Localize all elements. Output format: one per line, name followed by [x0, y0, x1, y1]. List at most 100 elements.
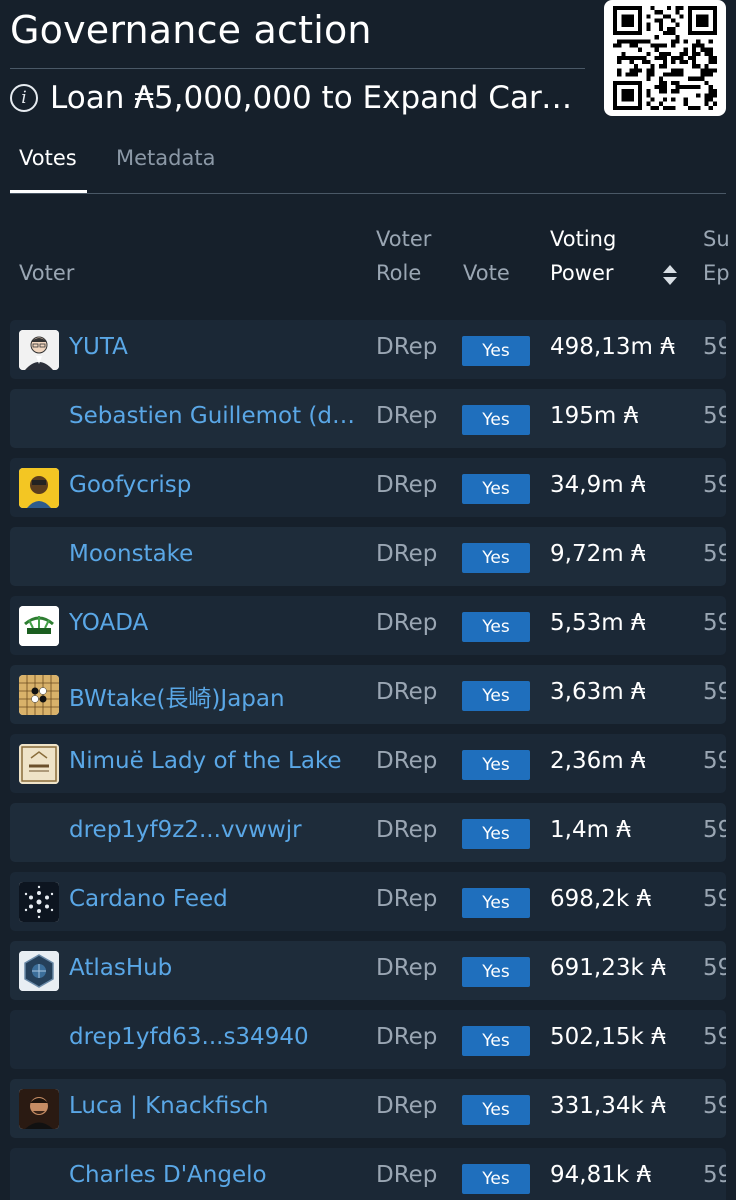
- tab-bar: Votes Metadata: [10, 138, 726, 194]
- voting-power: 698,2k ₳: [550, 886, 652, 912]
- voting-power: 9,72m ₳: [550, 541, 646, 567]
- voting-power: 498,13m ₳: [550, 334, 675, 360]
- submission-epoch: 59: [703, 886, 726, 912]
- vote-badge: Yes: [462, 819, 530, 849]
- voter-name-link[interactable]: BWtake(長崎)Japan: [69, 679, 361, 713]
- voter-name-link[interactable]: Nimuë Lady of the Lake: [69, 748, 361, 774]
- page-title: Governance action: [10, 8, 372, 52]
- voting-power: 331,34k ₳: [550, 1093, 666, 1119]
- voter-name-link[interactable]: YUTA: [69, 334, 361, 360]
- submission-epoch: 59: [703, 610, 726, 636]
- voter-role: DRep: [376, 1162, 438, 1188]
- vote-badge: Yes: [462, 1026, 530, 1056]
- vote-badge: Yes: [462, 543, 530, 573]
- title-divider: [10, 68, 585, 69]
- table-row[interactable]: YUTA DRep Yes 498,13m ₳ 59: [10, 320, 726, 379]
- table-row[interactable]: Goofycrisp DRep Yes 34,9m ₳ 59: [10, 458, 726, 517]
- vote-badge: Yes: [462, 405, 530, 435]
- column-header-voter-role[interactable]: Voter Role: [376, 222, 431, 290]
- vote-badge: Yes: [462, 957, 530, 987]
- yoada-avatar: [19, 606, 59, 646]
- table-row[interactable]: Sebastien Guillemot (dcSpark) DRep Yes 195m…: [10, 389, 726, 448]
- vote-badge: Yes: [462, 474, 530, 504]
- table-header: Voter Voter Role Vote Voting Power Su Ep: [10, 222, 736, 302]
- vote-badge: Yes: [462, 612, 530, 642]
- vote-badge: Yes: [462, 1095, 530, 1125]
- voter-name-link[interactable]: AtlasHub: [69, 955, 361, 981]
- column-header-voter-role-line1: Voter: [376, 227, 432, 251]
- nimue-avatar: [19, 744, 59, 784]
- table-row[interactable]: BWtake(長崎)Japan DRep Yes 3,63m ₳ 59: [10, 665, 726, 724]
- table-row[interactable]: Moonstake DRep Yes 9,72m ₳ 59: [10, 527, 726, 586]
- luca-avatar: [19, 1089, 59, 1129]
- column-header-voter[interactable]: Voter: [19, 256, 74, 290]
- submission-epoch: 59: [703, 334, 726, 360]
- column-header-epoch-line2: Ep: [703, 261, 730, 285]
- voter-name-link[interactable]: YOADA: [69, 610, 361, 636]
- voter-role: DRep: [376, 334, 438, 360]
- qr-code-image: [613, 6, 717, 110]
- voter-name-link[interactable]: Cardano Feed: [69, 886, 361, 912]
- yuta-avatar: [19, 330, 59, 370]
- votes-table-body: YUTA DRep Yes 498,13m ₳ 59 Sebastien Guillemo…: [10, 320, 736, 1200]
- voter-role: DRep: [376, 1024, 438, 1050]
- voter-name-link[interactable]: Luca | Knackfisch: [69, 1093, 361, 1119]
- voting-power: 34,9m ₳: [550, 472, 646, 498]
- info-icon[interactable]: i: [10, 84, 38, 112]
- tab-votes[interactable]: Votes: [19, 146, 77, 170]
- table-row[interactable]: YOADA DRep Yes 5,53m ₳ 59: [10, 596, 726, 655]
- submission-epoch: 59: [703, 472, 726, 498]
- voter-role: DRep: [376, 610, 438, 636]
- voting-power: 3,63m ₳: [550, 679, 646, 705]
- table-row[interactable]: Nimuë Lady of the Lake DRep Yes 2,36m ₳ 59: [10, 734, 726, 793]
- column-header-voting-power-line1: Voting: [550, 227, 617, 251]
- vote-badge: Yes: [462, 1164, 530, 1194]
- submission-epoch: 59: [703, 817, 726, 843]
- voting-power: 195m ₳: [550, 403, 639, 429]
- voter-role: DRep: [376, 955, 438, 981]
- voter-role: DRep: [376, 1093, 438, 1119]
- vote-badge: Yes: [462, 336, 530, 366]
- cardano-feed-avatar: [19, 882, 59, 922]
- table-row[interactable]: drep1yf9z2...vvwwjr DRep Yes 1,4m ₳ 59: [10, 803, 726, 862]
- voter-name-link[interactable]: drep1yfd63...s34940: [69, 1024, 361, 1050]
- vote-badge: Yes: [462, 681, 530, 711]
- voting-power: 94,81k ₳: [550, 1162, 652, 1188]
- tab-metadata[interactable]: Metadata: [116, 146, 215, 170]
- vote-badge: Yes: [462, 750, 530, 780]
- voter-role: DRep: [376, 541, 438, 567]
- atlashub-avatar: [19, 951, 59, 991]
- column-header-vote[interactable]: Vote: [463, 256, 510, 290]
- vote-badge: Yes: [462, 888, 530, 918]
- submission-epoch: 59: [703, 1093, 726, 1119]
- voter-name-link[interactable]: Sebastien Guillemot (dcSpark): [69, 403, 361, 429]
- table-row[interactable]: Cardano Feed DRep Yes 698,2k ₳ 59: [10, 872, 726, 931]
- table-row[interactable]: Charles D'Angelo DRep Yes 94,81k ₳ 59: [10, 1148, 726, 1200]
- submission-epoch: 59: [703, 1162, 726, 1188]
- submission-epoch: 59: [703, 748, 726, 774]
- submission-epoch: 59: [703, 403, 726, 429]
- voter-role: DRep: [376, 403, 438, 429]
- table-row[interactable]: Luca | Knackfisch DRep Yes 331,34k ₳ 59: [10, 1079, 726, 1138]
- voter-name-link[interactable]: Goofycrisp: [69, 472, 361, 498]
- goofycrisp-avatar: [19, 468, 59, 508]
- governance-action-page: Governance action i Loan ₳5,000,000 to E…: [0, 0, 736, 1200]
- voter-role: DRep: [376, 472, 438, 498]
- voter-name-link[interactable]: Moonstake: [69, 541, 361, 567]
- voter-role: DRep: [376, 748, 438, 774]
- table-row[interactable]: AtlasHub DRep Yes 691,23k ₳ 59: [10, 941, 726, 1000]
- column-header-voting-power-line2: Power: [550, 261, 614, 285]
- voter-name-link[interactable]: drep1yf9z2...vvwwjr: [69, 817, 361, 843]
- voter-role: DRep: [376, 679, 438, 705]
- bwtake-avatar: [19, 675, 59, 715]
- voting-power: 502,15k ₳: [550, 1024, 666, 1050]
- action-subtitle: i Loan ₳5,000,000 to Expand Cardano's Gl…: [10, 78, 575, 118]
- table-row[interactable]: drep1yfd63...s34940 DRep Yes 502,15k ₳ 59: [10, 1010, 726, 1069]
- column-header-voting-power[interactable]: Voting Power: [550, 222, 616, 290]
- voter-name-link[interactable]: Charles D'Angelo: [69, 1162, 361, 1188]
- column-header-submission-epoch[interactable]: Su Ep: [703, 222, 736, 290]
- sort-icon[interactable]: [662, 264, 678, 286]
- submission-epoch: 59: [703, 955, 726, 981]
- voting-power: 1,4m ₳: [550, 817, 631, 843]
- voting-power: 2,36m ₳: [550, 748, 646, 774]
